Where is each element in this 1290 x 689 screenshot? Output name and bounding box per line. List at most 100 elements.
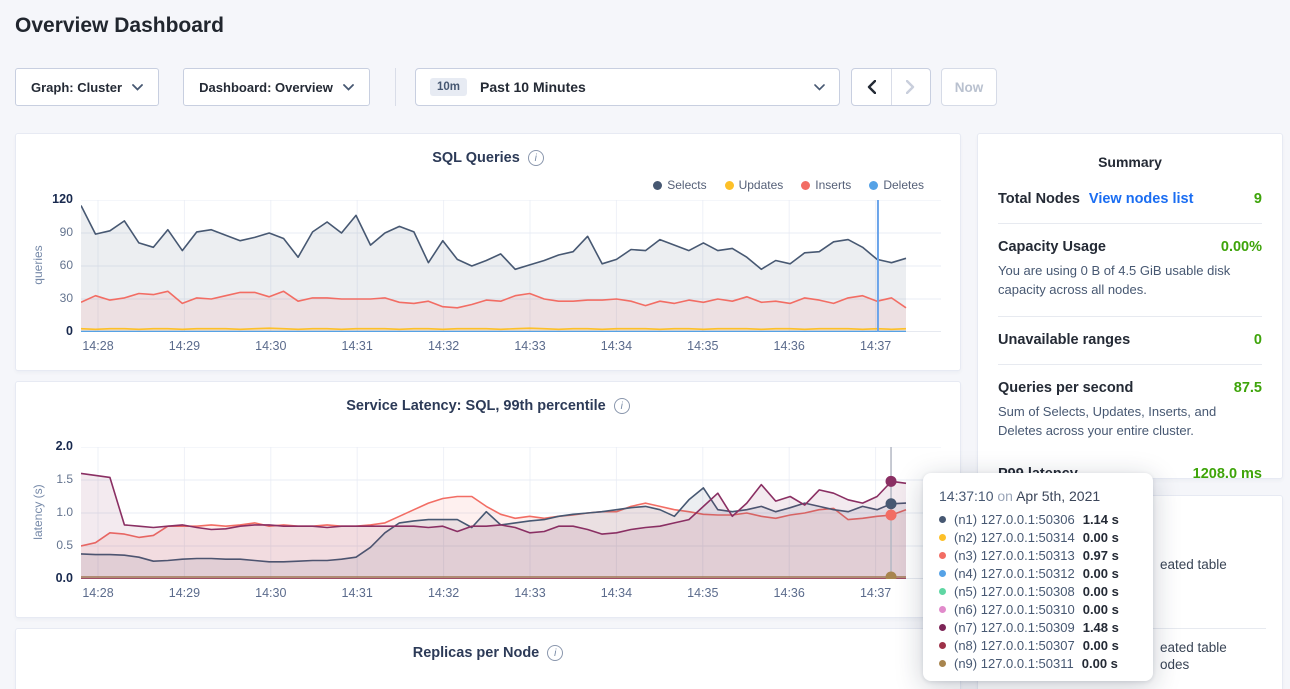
tooltip-node-row: (n4) 127.0.0.1:503120.00 s bbox=[939, 564, 1139, 582]
node-dot-icon bbox=[939, 624, 946, 631]
node-dot-icon bbox=[939, 588, 946, 595]
sql-chart-xtick: 14:31 bbox=[335, 339, 379, 353]
node-dot-icon bbox=[939, 570, 946, 577]
controls-divider bbox=[395, 68, 396, 106]
chevron-down-icon bbox=[343, 84, 354, 91]
latency-chart-xtick: 14:33 bbox=[508, 586, 552, 600]
view-nodes-list-link[interactable]: View nodes list bbox=[1089, 191, 1194, 207]
service-latency-panel: Service Latency: SQL, 99th percentile 0.… bbox=[15, 381, 961, 618]
legend-dot-icon bbox=[653, 181, 662, 190]
legend-label: Deletes bbox=[883, 178, 924, 192]
latency-chart-xtick: 14:36 bbox=[767, 586, 811, 600]
latency-chart-xtick: 14:29 bbox=[162, 586, 206, 600]
sql-chart-xtick: 14:29 bbox=[162, 339, 206, 353]
page-title: Overview Dashboard bbox=[15, 14, 224, 38]
node-latency-value: 0.00 s bbox=[1083, 638, 1119, 653]
node-latency-value: 0.00 s bbox=[1083, 584, 1119, 599]
sql-chart-legend: Selects Updates Inserts Deletes bbox=[653, 178, 924, 192]
summary-divider bbox=[998, 364, 1262, 365]
legend-label: Selects bbox=[667, 178, 706, 192]
legend-dot-icon bbox=[801, 181, 810, 190]
legend-dot-icon bbox=[869, 181, 878, 190]
total-nodes-label: Total Nodes bbox=[998, 191, 1080, 207]
node-address: (n6) 127.0.0.1:50310 bbox=[954, 602, 1075, 617]
capacity-usage-label: Capacity Usage bbox=[998, 239, 1106, 255]
queries-per-second-label: Queries per second bbox=[998, 380, 1133, 396]
sql-chart-xtick: 14:30 bbox=[249, 339, 293, 353]
latency-chart-xtick: 14:30 bbox=[249, 586, 293, 600]
time-range-picker[interactable]: 10m Past 10 Minutes bbox=[415, 68, 840, 106]
total-nodes-value: 9 bbox=[1254, 191, 1262, 207]
latency-chart-xtick: 14:34 bbox=[594, 586, 638, 600]
sql-chart-xtick: 14:37 bbox=[854, 339, 898, 353]
node-dot-icon bbox=[939, 660, 946, 667]
sql-chart-xtick: 14:28 bbox=[76, 339, 120, 353]
tooltip-node-row: (n2) 127.0.0.1:50314 0.00 s bbox=[939, 528, 1139, 546]
node-address: (n9) 127.0.0.1:50311 bbox=[954, 656, 1074, 671]
legend-dot-icon bbox=[725, 181, 734, 190]
time-range-badge: 10m bbox=[430, 78, 467, 96]
sql-queries-chart-title: SQL Queries bbox=[432, 150, 520, 166]
replicas-per-node-chart-title: Replicas per Node bbox=[413, 645, 540, 661]
info-icon[interactable] bbox=[614, 398, 630, 414]
next-time-button[interactable] bbox=[892, 69, 931, 105]
node-dot-icon bbox=[939, 552, 946, 559]
service-latency-chart[interactable]: 0.00.51.01.52.014:2814:2914:3014:3114:32… bbox=[81, 447, 941, 579]
sql-chart-xtick: 14:36 bbox=[767, 339, 811, 353]
tooltip-node-rows: (n1) 127.0.0.1:503061.14 s(n2) 127.0.0.1… bbox=[939, 510, 1139, 672]
info-icon[interactable] bbox=[528, 150, 544, 166]
replicas-per-node-panel: Replicas per Node bbox=[15, 628, 961, 689]
event-text-fragment: odes bbox=[1160, 657, 1189, 672]
legend-item-deletes[interactable]: Deletes bbox=[869, 178, 924, 192]
tooltip-node-row: (n8) 127.0.0.1:50307 0.00 s bbox=[939, 636, 1139, 654]
now-button[interactable]: Now bbox=[941, 68, 997, 106]
latency-chart-xtick: 14:28 bbox=[76, 586, 120, 600]
dashboard-dropdown[interactable]: Dashboard: Overview bbox=[183, 68, 370, 106]
tooltip-node-row: (n1) 127.0.0.1:503061.14 s bbox=[939, 510, 1139, 528]
queries-per-second-description: Sum of Selects, Updates, Inserts, and De… bbox=[978, 403, 1282, 441]
node-address: (n8) 127.0.0.1:50307 bbox=[954, 638, 1075, 653]
tooltip-node-row: (n7) 127.0.0.1:503091.48 s bbox=[939, 618, 1139, 636]
latency-chart-svg bbox=[81, 447, 941, 579]
chevron-right-icon bbox=[906, 80, 915, 94]
tooltip-node-row: (n3) 127.0.0.1:503130.97 s bbox=[939, 546, 1139, 564]
queries-per-second-value: 87.5 bbox=[1234, 380, 1262, 396]
graph-dropdown[interactable]: Graph: Cluster bbox=[15, 68, 159, 106]
sql-queries-panel: SQL Queries Selects Updates Inserts Deletes… bbox=[15, 133, 961, 371]
time-range-label: Past 10 Minutes bbox=[480, 79, 586, 95]
node-latency-value: 0.00 s bbox=[1083, 530, 1119, 545]
sql-chart-xtick: 14:33 bbox=[508, 339, 552, 353]
tooltip-timestamp: 14:37:10 on Apr 5th, 2021 bbox=[939, 488, 1139, 504]
capacity-usage-value: 0.00% bbox=[1221, 239, 1262, 255]
sql-queries-chart[interactable]: 030609012014:2814:2914:3014:3114:3214:33… bbox=[81, 200, 941, 332]
unavailable-ranges-label: Unavailable ranges bbox=[998, 332, 1130, 348]
legend-item-updates[interactable]: Updates bbox=[725, 178, 784, 192]
summary-panel: Summary Total Nodes View nodes list 9 Ca… bbox=[977, 133, 1283, 479]
node-address: (n7) 127.0.0.1:50309 bbox=[954, 620, 1075, 635]
node-dot-icon bbox=[939, 516, 946, 523]
node-address: (n2) 127.0.0.1:50314 bbox=[954, 530, 1075, 545]
summary-divider bbox=[998, 316, 1262, 317]
node-address: (n5) 127.0.0.1:50308 bbox=[954, 584, 1075, 599]
sql-chart-xtick: 14:32 bbox=[422, 339, 466, 353]
node-dot-icon bbox=[939, 606, 946, 613]
legend-label: Inserts bbox=[815, 178, 851, 192]
legend-item-selects[interactable]: Selects bbox=[653, 178, 706, 192]
chart-hover-tooltip: 14:37:10 on Apr 5th, 2021 (n1) 127.0.0.1… bbox=[923, 473, 1153, 681]
node-dot-icon bbox=[939, 642, 946, 649]
service-latency-chart-title: Service Latency: SQL, 99th percentile bbox=[346, 398, 606, 414]
unavailable-ranges-value: 0 bbox=[1254, 332, 1262, 348]
graph-dropdown-label: Graph: Cluster bbox=[31, 80, 122, 95]
legend-item-inserts[interactable]: Inserts bbox=[801, 178, 851, 192]
prev-time-button[interactable] bbox=[852, 69, 891, 105]
legend-label: Updates bbox=[739, 178, 784, 192]
sql-chart-xtick: 14:34 bbox=[594, 339, 638, 353]
overview-dashboard-page: Overview Dashboard Graph: Cluster Dashbo… bbox=[0, 0, 1290, 689]
node-latency-value: 0.00 s bbox=[1083, 602, 1119, 617]
summary-divider bbox=[998, 223, 1262, 224]
dashboard-dropdown-label: Dashboard: Overview bbox=[199, 80, 333, 95]
info-icon[interactable] bbox=[547, 645, 563, 661]
node-address: (n3) 127.0.0.1:50313 bbox=[954, 548, 1075, 563]
chevron-down-icon bbox=[814, 84, 825, 91]
latency-chart-xtick: 14:32 bbox=[422, 586, 466, 600]
